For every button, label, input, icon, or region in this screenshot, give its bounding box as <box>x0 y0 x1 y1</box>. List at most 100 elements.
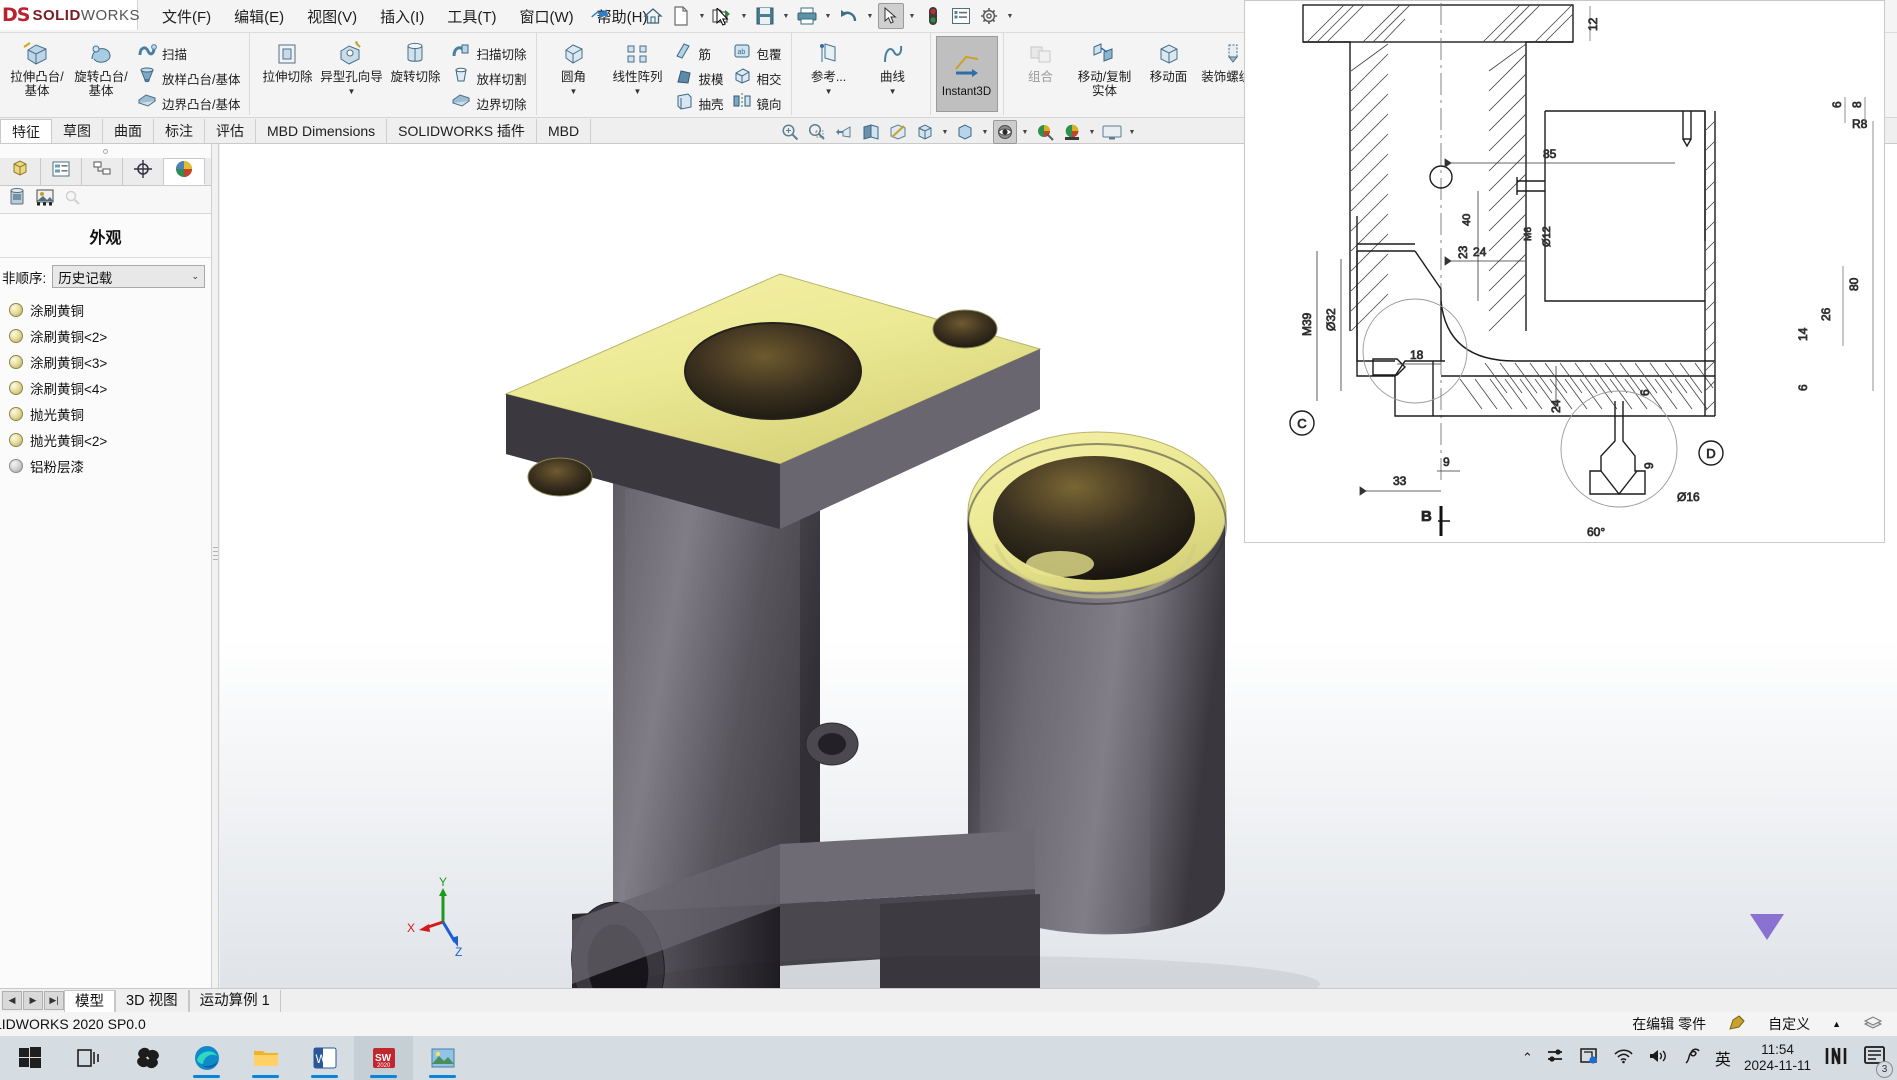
select-cursor-icon[interactable] <box>878 3 904 29</box>
task-view-icon[interactable] <box>59 1036 118 1080</box>
hole-wizard-caret-icon[interactable]: ▼ <box>319 87 383 96</box>
tab-mbd-dimensions[interactable]: MBD Dimensions <box>256 119 388 143</box>
solidworks-taskbar-icon[interactable]: SW 2020 <box>354 1036 413 1080</box>
combine-button[interactable]: 组合 <box>1009 36 1073 84</box>
linear-pattern-caret-icon[interactable]: ▼ <box>606 87 670 96</box>
sweep-cut-button[interactable]: 扫描切除 <box>447 41 530 66</box>
wifi-icon[interactable] <box>1612 1047 1634 1070</box>
list-item[interactable]: 涂刷黄铜<2> <box>0 323 211 349</box>
up-caret-icon[interactable]: ▲ <box>1832 1019 1841 1029</box>
list-item[interactable]: 抛光黄铜<2> <box>0 427 211 453</box>
edge-browser-icon[interactable] <box>177 1036 236 1080</box>
extrude-cut-button[interactable]: 拉伸切除 <box>255 36 319 84</box>
display-manager-tab[interactable] <box>164 158 205 185</box>
display-style-caret-icon[interactable]: ▼ <box>940 129 950 136</box>
volume-icon[interactable] <box>1647 1047 1669 1070</box>
section-view-icon[interactable] <box>859 120 883 144</box>
menu-tools[interactable]: 工具(T) <box>445 4 498 29</box>
panel-resize-handle[interactable] <box>0 144 211 158</box>
curves-caret-icon[interactable]: ▼ <box>861 87 925 96</box>
view-orientation-icon[interactable] <box>886 120 910 144</box>
photos-icon[interactable] <box>413 1036 472 1080</box>
print-caret-icon[interactable]: ▼ <box>822 3 834 29</box>
reference-geometry-button[interactable]: 参考... ▼ <box>797 36 861 96</box>
show-hidden-icons-caret[interactable]: ⌃ <box>1522 1050 1533 1066</box>
display-style-icon[interactable] <box>913 120 937 144</box>
property-manager-tab[interactable] <box>41 158 82 185</box>
boundary-boss-button[interactable]: 边界凸台/基体 <box>133 91 244 116</box>
extrude-boss-button[interactable]: 拉伸凸台/基体 <box>5 36 69 99</box>
next-tab-icon[interactable]: ▶| <box>44 991 64 1010</box>
curves-button[interactable]: 曲线 ▼ <box>861 36 925 96</box>
linear-pattern-button[interactable]: 线性阵列 ▼ <box>606 36 670 96</box>
cortana-flower-icon[interactable] <box>118 1036 177 1080</box>
previous-view-icon[interactable] <box>832 120 856 144</box>
word-icon[interactable]: W <box>295 1036 354 1080</box>
undo-caret-icon[interactable]: ▼ <box>864 3 876 29</box>
file-explorer-icon[interactable] <box>236 1036 295 1080</box>
tab-model[interactable]: 模型 <box>64 989 115 1012</box>
technical-drawing-overlay[interactable]: 12 85 24 23 M6 Ø12 M39 Ø32 18 9 33 B 24 … <box>1244 0 1885 543</box>
intersect-button[interactable]: 相交 <box>728 66 786 91</box>
home-icon[interactable] <box>640 3 666 29</box>
apply-scene-caret-icon[interactable]: ▼ <box>1087 129 1097 136</box>
mirror-button[interactable]: 镜向 <box>728 91 786 116</box>
decal-icon[interactable] <box>34 187 56 212</box>
tab-markup[interactable]: 标注 <box>154 119 205 143</box>
move-face-button[interactable]: 移动面 <box>1137 36 1201 84</box>
list-item[interactable]: 铝粉层漆 <box>0 453 211 479</box>
revolve-boss-button[interactable]: 旋转凸台/基体 <box>69 36 133 99</box>
feature-manager-tab[interactable] <box>0 158 41 185</box>
boundary-cut-button[interactable]: 边界切除 <box>447 91 530 116</box>
tab-mbd[interactable]: MBD <box>537 119 592 143</box>
configuration-manager-tab[interactable] <box>82 158 123 185</box>
onedrive-sync-icon[interactable] <box>1579 1047 1599 1070</box>
view-settings-display-icon[interactable] <box>1100 120 1124 144</box>
network-adapter-icon[interactable] <box>1546 1047 1566 1070</box>
menu-insert[interactable]: 插入(I) <box>378 4 426 29</box>
tab-surfaces[interactable]: 曲面 <box>103 119 154 143</box>
list-item[interactable]: 涂刷黄铜 <box>0 297 211 323</box>
taskbar-clock[interactable]: 11:54 2024-11-11 <box>1744 1042 1811 1074</box>
apply-scene-icon[interactable] <box>1060 120 1084 144</box>
ime-english-icon[interactable]: 英 <box>1715 1046 1731 1070</box>
loft-cut-button[interactable]: 放样切割 <box>447 66 530 91</box>
menu-view[interactable]: 视图(V) <box>305 4 359 29</box>
tab-features[interactable]: 特征 <box>0 119 52 143</box>
windows-start-icon[interactable] <box>0 1036 59 1080</box>
sweep-button[interactable]: 扫描 <box>133 41 244 66</box>
draft-button[interactable]: 拔模 <box>670 66 728 91</box>
gear-caret-icon[interactable]: ▼ <box>1004 3 1016 29</box>
instant3d-toggle[interactable]: Instant3D <box>935 36 998 112</box>
zoom-to-fit-icon[interactable] <box>778 120 802 144</box>
list-item[interactable]: 涂刷黄铜<4> <box>0 375 211 401</box>
view-settings-icon[interactable] <box>993 120 1017 144</box>
tab-3d-views[interactable]: 3D 视图 <box>115 989 189 1012</box>
save-icon[interactable] <box>752 3 778 29</box>
appearance-cylinder-icon[interactable] <box>6 187 28 212</box>
open-folder-caret-icon[interactable]: ▼ <box>738 3 750 29</box>
tab-solidworks-addins[interactable]: SOLIDWORKS 插件 <box>387 119 537 143</box>
move-copy-body-button[interactable]: 移动/复制实体 <box>1073 36 1137 99</box>
rebuild-icon[interactable] <box>920 3 946 29</box>
tab-evaluate[interactable]: 评估 <box>205 119 256 143</box>
select-caret-icon[interactable]: ▼ <box>906 3 918 29</box>
panel-splitter[interactable] <box>212 144 219 996</box>
prev-tab-icon[interactable]: ▶ <box>23 991 43 1010</box>
menu-file[interactable]: 文件(F) <box>160 4 213 29</box>
view-settings-caret-icon[interactable]: ▼ <box>1020 129 1030 136</box>
rib-button[interactable]: 筋 <box>670 41 728 66</box>
list-item[interactable]: 抛光黄铜 <box>0 401 211 427</box>
shell-button[interactable]: 抽壳 <box>670 91 728 116</box>
view-settings-display-caret-icon[interactable]: ▼ <box>1127 129 1137 136</box>
revolve-cut-button[interactable]: 旋转切除 <box>383 36 447 84</box>
status-custom[interactable]: 自定义 <box>1768 1014 1810 1034</box>
undo-icon[interactable] <box>836 3 862 29</box>
hide-show-caret-icon[interactable]: ▼ <box>980 129 990 136</box>
new-document-icon[interactable] <box>668 3 694 29</box>
sketch-status-icon[interactable] <box>1728 1014 1746 1035</box>
tab-sketch[interactable]: 草图 <box>52 119 103 143</box>
hole-wizard-button[interactable]: 异型孔向导 ▼ <box>319 36 383 96</box>
print-icon[interactable] <box>794 3 820 29</box>
notifications-icon[interactable]: 3 <box>1863 1044 1893 1078</box>
